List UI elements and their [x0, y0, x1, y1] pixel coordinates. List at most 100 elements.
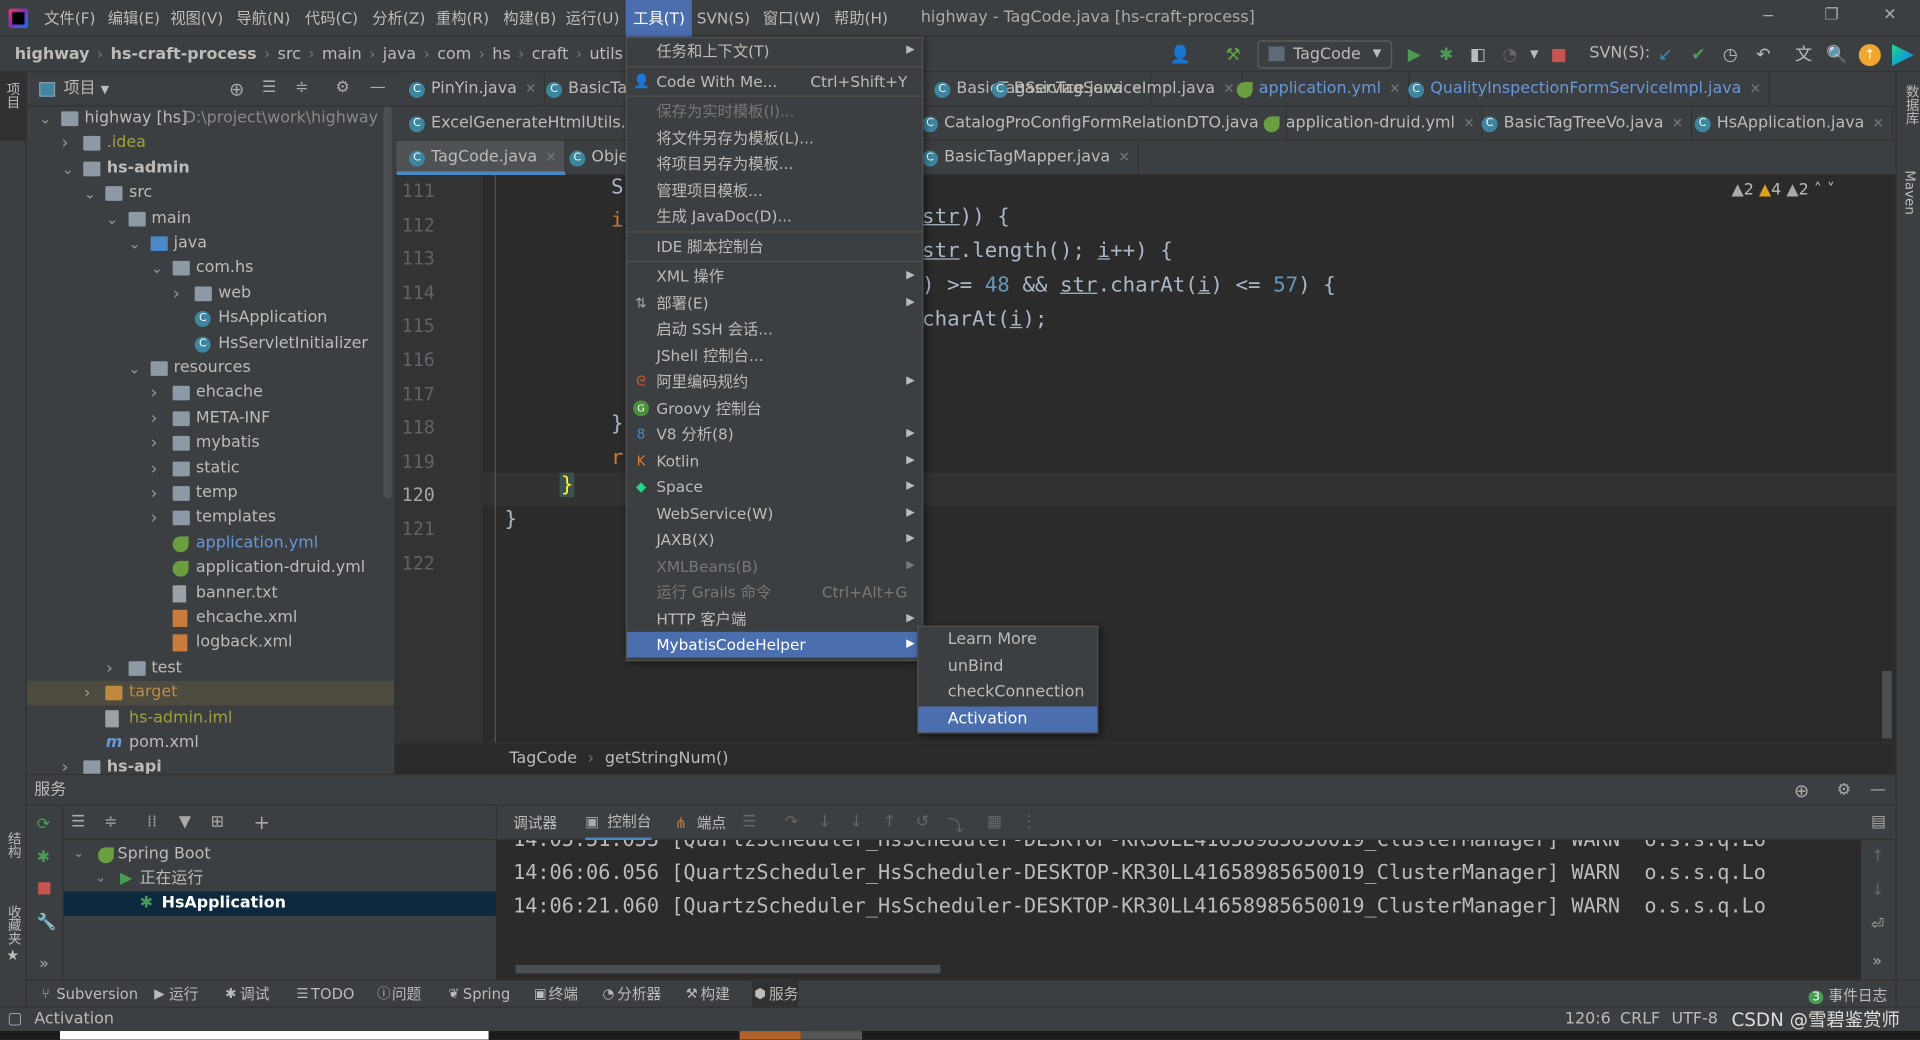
locate-icon[interactable]: ⊕: [229, 78, 244, 100]
restore-button[interactable]: ❐: [1825, 6, 1839, 24]
menu-item[interactable]: ⇅ 部署(E) ▶: [627, 290, 922, 316]
menu-10[interactable]: SVN(S): [689, 0, 757, 37]
chevron-up-icon[interactable]: ˄: [1814, 181, 1822, 199]
menu-item[interactable]: ◆ Space ▶: [627, 474, 922, 500]
submenu-item[interactable]: unBind: [918, 654, 1097, 680]
menu-item[interactable]: 运行 Grails 命令 Ctrl+Alt+G: [627, 579, 922, 605]
step-into-icon[interactable]: ↓: [818, 813, 831, 831]
menu-item[interactable]: JAXB(X) ▶: [627, 527, 922, 553]
code-editor[interactable]: 111 112 113 114 115 116 117 118 119 120 121 122 S i…: [394, 175, 1896, 743]
tool-tab-services[interactable]: ⬢ 服务: [751, 980, 799, 1008]
debug-icon[interactable]: ✱: [37, 849, 50, 867]
run-config-dropdown[interactable]: TagCode ▼: [1257, 40, 1393, 69]
tool-tab-problems[interactable]: ⓘ 问题: [375, 981, 421, 1008]
tree-item[interactable]: logback.xml: [27, 631, 394, 655]
user-icon[interactable]: 👤: [1169, 44, 1191, 66]
menu-item[interactable]: 管理项目模板...: [627, 177, 922, 203]
editor-tab[interactable]: application-druid.yml ✕: [1251, 106, 1484, 141]
menu-9[interactable]: 工具(T): [625, 0, 693, 37]
chevron-right-icon[interactable]: ›: [106, 656, 118, 680]
menu-item[interactable]: MybatisCodeHelper ▶: [626, 631, 923, 658]
history-icon[interactable]: ◷: [1719, 44, 1741, 66]
chevron-right-icon[interactable]: ›: [151, 506, 163, 530]
tree-item-running[interactable]: ⌄ ▶ 正在运行: [64, 867, 496, 891]
tool-tab-profiler[interactable]: ◔ 分析器: [600, 981, 661, 1008]
tree-item[interactable]: ⌄ com.hs: [27, 256, 394, 280]
tree-item[interactable]: › .idea: [27, 131, 394, 155]
breadcrumb-item[interactable]: utils: [589, 45, 622, 63]
menu-item[interactable]: 将文件另存为模板(L)...: [627, 124, 922, 150]
tree-item[interactable]: banner.txt: [27, 581, 394, 605]
revert-icon[interactable]: ↶: [1752, 44, 1774, 66]
close-tab-icon[interactable]: ✕: [1118, 141, 1129, 175]
close-tab-icon[interactable]: ✕: [1873, 107, 1884, 141]
submenu-item[interactable]: checkConnection: [918, 680, 1097, 706]
menu-4[interactable]: 代码(C): [298, 0, 366, 37]
chevron-down-icon[interactable]: ⌄: [151, 256, 163, 280]
menu-5[interactable]: 分析(Z): [365, 0, 433, 37]
tool-tab-run[interactable]: ▶ 运行: [152, 981, 198, 1008]
tree-item[interactable]: application.yml: [27, 531, 394, 555]
chevron-down-icon[interactable]: ˅: [1827, 181, 1835, 199]
collapse-all-icon[interactable]: ≑: [295, 78, 308, 96]
close-tab-icon[interactable]: ✕: [545, 141, 556, 175]
chevron-down-icon[interactable]: ⌄: [106, 206, 118, 230]
menu-item[interactable]: K Kotlin ▶: [627, 448, 922, 474]
trace-icon[interactable]: ⋮: [1021, 813, 1037, 831]
menu-8[interactable]: 运行(U): [558, 0, 626, 37]
menu-item[interactable]: IDE 脚本控制台: [627, 233, 922, 259]
menu-item[interactable]: 启动 SSH 会话...: [627, 316, 922, 342]
menu-item[interactable]: 8 V8 分析(8) ▶: [627, 421, 922, 447]
tree-item[interactable]: hs-admin.iml: [27, 706, 394, 730]
database-tool-button[interactable]: 数据库: [1902, 84, 1920, 124]
collapse-all-icon[interactable]: ≑: [104, 813, 117, 831]
chevron-down-icon[interactable]: ▼: [1523, 44, 1545, 66]
editor-tab[interactable]: C BasicTagServiceImpl.java ✕: [980, 72, 1244, 107]
chevron-right-icon[interactable]: ›: [84, 681, 96, 705]
rerun-icon[interactable]: ⟳: [37, 816, 50, 834]
tab-endpoints[interactable]: ⋔ 端点: [675, 806, 726, 840]
file-encoding[interactable]: UTF-8: [1671, 1008, 1717, 1032]
up-icon[interactable]: ↑: [1871, 847, 1884, 865]
editor-tab[interactable]: CCatalogProConfigFormRelationDTO.java✕: [910, 106, 1287, 141]
menu-item[interactable]: XML 操作 ▶: [627, 263, 922, 289]
coverage-icon[interactable]: ◧: [1467, 44, 1489, 66]
tree-item[interactable]: › web: [27, 281, 394, 305]
submenu-item[interactable]: Activation: [918, 706, 1098, 733]
soft-wrap-icon[interactable]: ⏎: [1871, 916, 1884, 934]
tree-item[interactable]: › test: [27, 656, 394, 680]
breadcrumb-method[interactable]: getStringNum(): [605, 743, 729, 775]
force-step-into-icon[interactable]: ↓: [850, 813, 863, 831]
breadcrumb-item[interactable]: hs: [492, 45, 510, 63]
menu-item[interactable]: JShell 控制台...: [627, 342, 922, 368]
new-tab-icon[interactable]: ⊞: [211, 813, 224, 831]
chevron-right-icon[interactable]: ›: [173, 281, 185, 305]
chevron-right-icon[interactable]: ›: [61, 131, 73, 155]
tab-console[interactable]: ▣ 控制台: [585, 806, 652, 841]
tree-item[interactable]: ⌄ java: [27, 231, 394, 255]
menu-item[interactable]: WebService(W) ▶: [627, 500, 922, 526]
tool-tab-todo[interactable]: ☰ TODO: [294, 981, 354, 1008]
svn-commit-icon[interactable]: ✔: [1687, 44, 1709, 66]
menu-item[interactable]: 生成 JavaDoc(D)...: [627, 203, 922, 229]
menu-item[interactable]: 👤 Code With Me... Ctrl+Shift+Y: [627, 68, 922, 94]
tree-item[interactable]: › META-INF: [27, 406, 394, 430]
chevron-right-icon[interactable]: ›: [151, 381, 163, 405]
chevron-down-icon[interactable]: ⌄: [128, 231, 140, 255]
editor-tab[interactable]: C HsApplication.java ✕: [1682, 106, 1893, 141]
tree-item-hsapplication[interactable]: ✱ HsApplication: [63, 891, 496, 916]
tree-item[interactable]: C HsApplication: [27, 306, 394, 330]
menu-6[interactable]: 重构(R): [429, 0, 497, 37]
chevron-right-icon[interactable]: ›: [151, 481, 163, 505]
breadcrumb-item[interactable]: com: [437, 45, 471, 63]
menu-item[interactable]: 保存为实时模板(I)...: [627, 98, 922, 124]
structure-tool-button[interactable]: 结构: [4, 831, 24, 858]
console-h-scrollbar[interactable]: [515, 964, 941, 974]
step-out-icon[interactable]: ↑: [883, 813, 896, 831]
chevron-right-icon[interactable]: ›: [61, 756, 73, 773]
tree-item-spring-boot[interactable]: ⌄ Spring Boot: [64, 842, 496, 866]
wrench-icon[interactable]: 🔧: [37, 913, 57, 931]
menu-item[interactable]: XMLBeans(B) ▶: [627, 553, 922, 579]
menu-item[interactable]: HTTP 客户端 ▶: [627, 606, 922, 632]
tree-item[interactable]: m pom.xml: [27, 731, 394, 755]
